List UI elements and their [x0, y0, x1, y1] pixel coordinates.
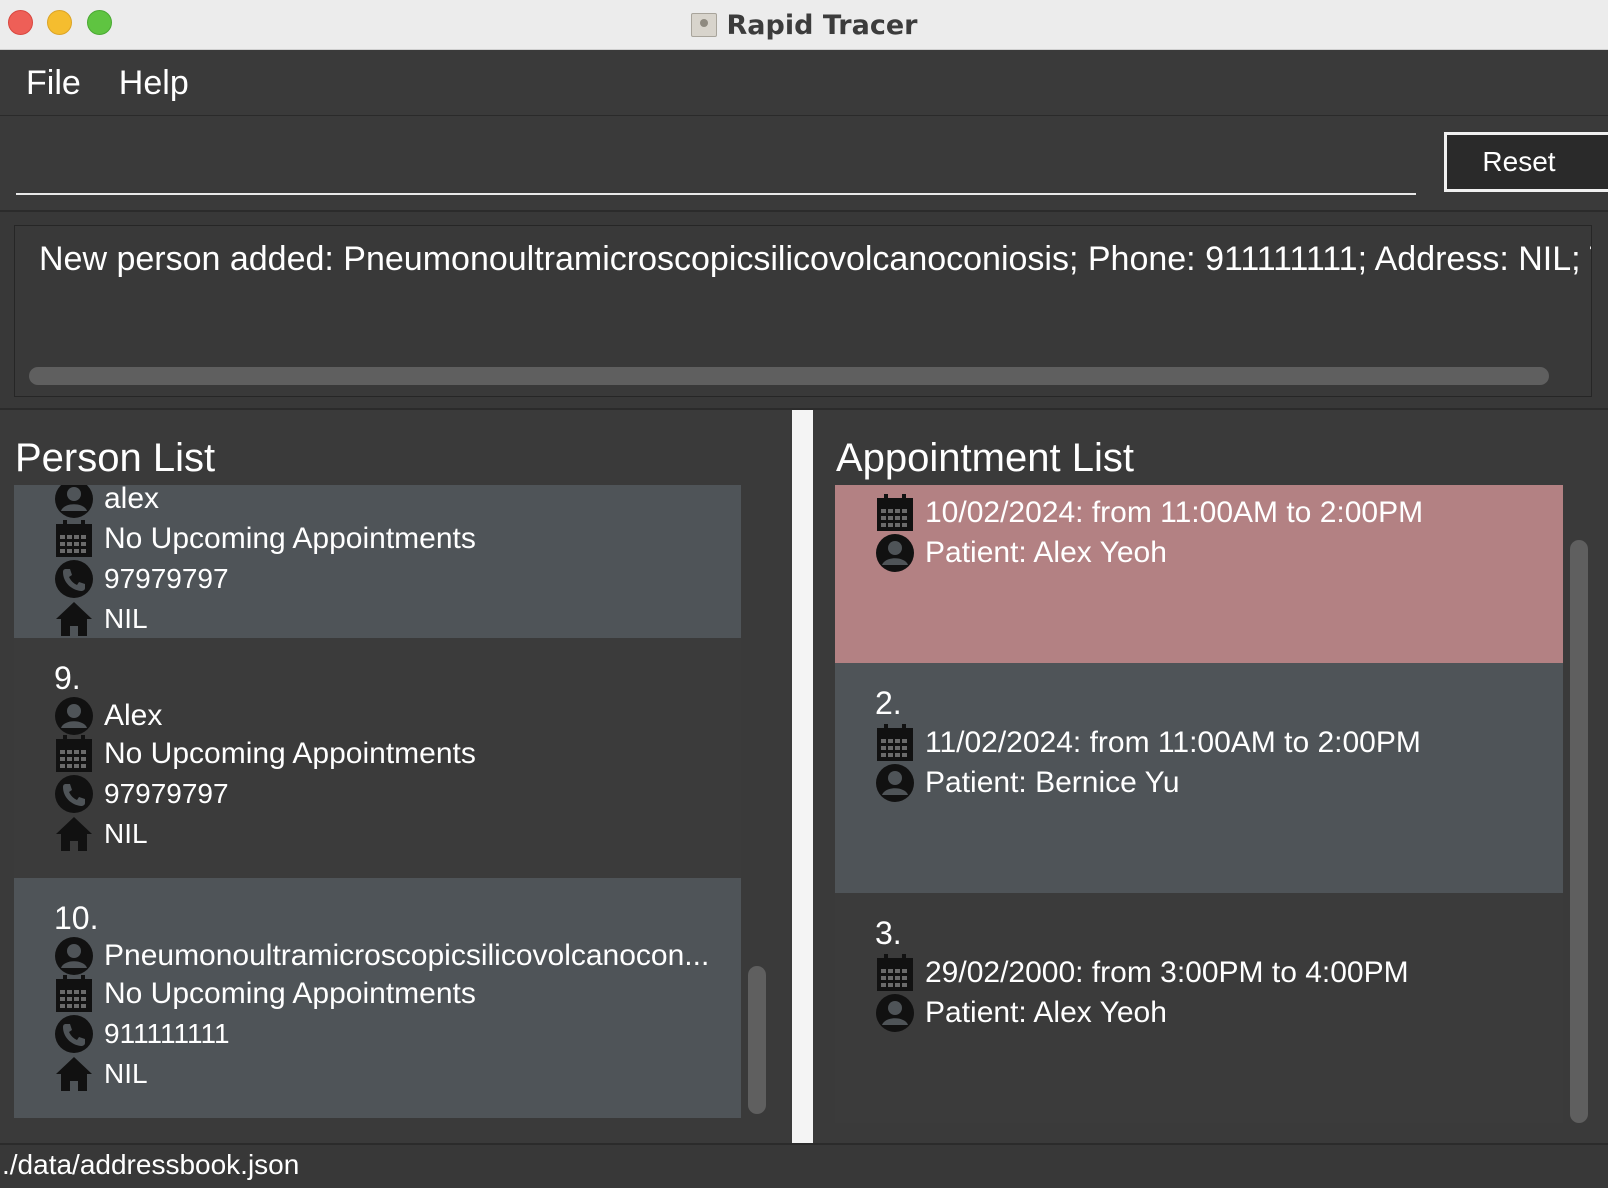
appointment-list-scrollbar[interactable]	[1570, 540, 1588, 1123]
calendar-icon	[875, 723, 915, 763]
person-card[interactable]: 9. Alex No Upcoming Appointments 9797979…	[14, 638, 741, 878]
person-appointment: No Upcoming Appointments	[104, 522, 476, 556]
person-icon	[54, 696, 94, 736]
person-address: NIL	[104, 603, 148, 635]
phone-icon	[54, 774, 94, 814]
reset-button[interactable]: Reset	[1444, 132, 1608, 192]
appointment-patient: Patient: Bernice Yu	[925, 766, 1180, 800]
save-location: ./data/addressbook.json	[2, 1149, 299, 1181]
calendar-icon	[875, 953, 915, 993]
phone-icon	[54, 1014, 94, 1054]
home-icon	[54, 599, 94, 639]
appointment-index: 2.	[875, 685, 902, 722]
result-display: New person added: Pneumonoultramicroscop…	[0, 210, 1608, 410]
command-input[interactable]	[16, 137, 1416, 195]
person-address: NIL	[104, 1058, 148, 1090]
appointment-patient: Patient: Alex Yeoh	[925, 536, 1167, 570]
person-icon	[54, 485, 94, 519]
person-card[interactable]: alex No Upcoming Appointments 97979797 N…	[14, 485, 741, 643]
menu-file[interactable]: File	[26, 64, 81, 103]
home-icon	[54, 814, 94, 854]
person-icon	[54, 936, 94, 976]
horizontal-scrollbar[interactable]	[29, 367, 1549, 385]
title-bar: Rapid Tracer	[0, 0, 1608, 50]
appointment-card[interactable]: 2. 11/02/2024: from 11:00AM to 2:00PM Pa…	[835, 663, 1563, 893]
calendar-icon	[875, 493, 915, 533]
person-index: 10.	[54, 900, 98, 937]
app-icon	[691, 13, 717, 37]
person-appointment: No Upcoming Appointments	[104, 977, 476, 1011]
person-phone: 97979797	[104, 563, 229, 595]
calendar-icon	[54, 734, 94, 774]
home-icon	[54, 1054, 94, 1094]
appointment-list-title: Appointment List	[836, 436, 1134, 481]
appointment-list[interactable]: 10/02/2024: from 11:00AM to 2:00PM Patie…	[835, 485, 1563, 1132]
person-card[interactable]: 10. Pneumonoultramicroscopicsilicovolcan…	[14, 878, 741, 1118]
person-icon	[875, 993, 915, 1033]
result-text-area[interactable]: New person added: Pneumonoultramicroscop…	[14, 225, 1592, 397]
menu-bar: File Help	[0, 51, 1608, 116]
appointment-time: 10/02/2024: from 11:00AM to 2:00PM	[925, 496, 1423, 530]
split-pane-divider[interactable]	[792, 410, 813, 1143]
person-list-scrollbar[interactable]	[748, 966, 766, 1114]
menu-help[interactable]: Help	[119, 64, 189, 103]
person-name: Alex	[104, 699, 162, 733]
appointment-card[interactable]: 10/02/2024: from 11:00AM to 2:00PM Patie…	[835, 485, 1563, 663]
person-address: NIL	[104, 818, 148, 850]
status-bar: ./data/addressbook.json	[0, 1143, 1608, 1188]
window-title: Rapid Tracer	[727, 10, 918, 41]
person-phone: 97979797	[104, 778, 229, 810]
lists-panel: Person List alex No Upcoming Appointment…	[0, 410, 1608, 1143]
person-list[interactable]: alex No Upcoming Appointments 97979797 N…	[14, 485, 741, 1132]
person-name: Pneumonoultramicroscopicsilicovolcanocon…	[104, 939, 709, 973]
appointment-time: 29/02/2000: from 3:00PM to 4:00PM	[925, 956, 1409, 990]
calendar-icon	[54, 519, 94, 559]
calendar-icon	[54, 974, 94, 1014]
appointment-time: 11/02/2024: from 11:00AM to 2:00PM	[925, 726, 1421, 760]
person-appointment: No Upcoming Appointments	[104, 737, 476, 771]
appointment-patient: Patient: Alex Yeoh	[925, 996, 1167, 1030]
command-box: Reset	[0, 117, 1608, 209]
person-index: 9.	[54, 660, 81, 697]
person-name: alex	[104, 485, 159, 516]
person-icon	[875, 533, 915, 573]
person-icon	[875, 763, 915, 803]
result-message: New person added: Pneumonoultramicroscop…	[39, 240, 1592, 279]
person-phone: 911111111	[104, 1018, 230, 1050]
phone-icon	[54, 559, 94, 599]
appointment-card[interactable]: 3. 29/02/2000: from 3:00PM to 4:00PM Pat…	[835, 893, 1563, 1123]
appointment-index: 3.	[875, 915, 902, 952]
person-list-title: Person List	[15, 436, 215, 481]
